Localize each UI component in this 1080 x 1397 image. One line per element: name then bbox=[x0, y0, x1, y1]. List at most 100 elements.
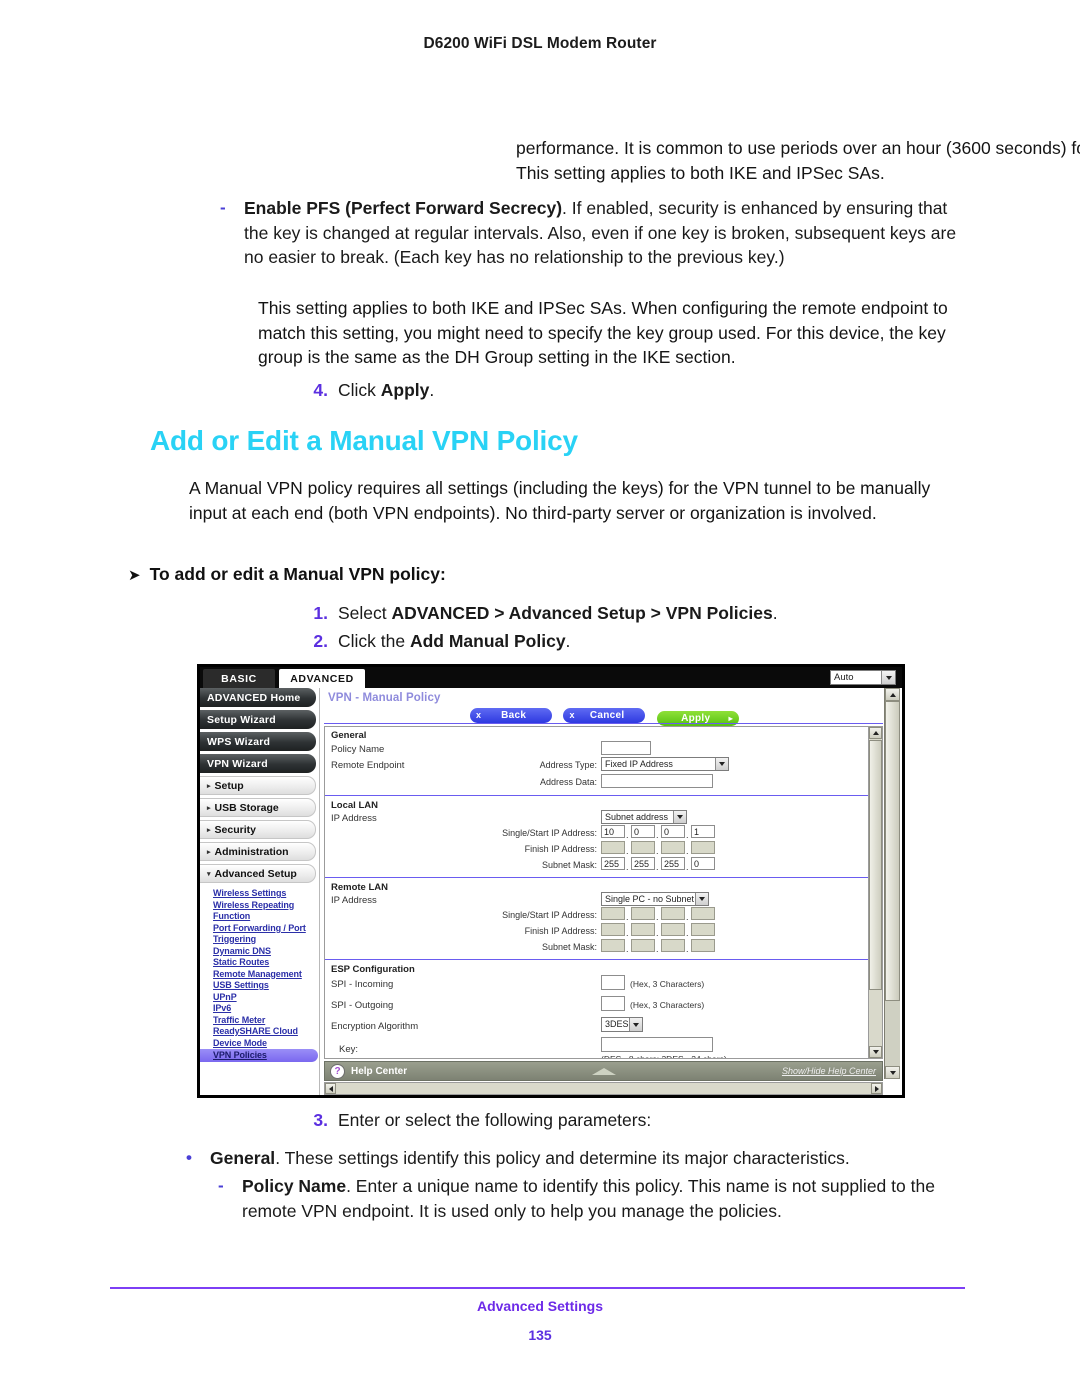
sidebar-sublink-list: Wireless Settings Wireless Repeating Fun… bbox=[200, 886, 319, 1062]
scroll-left-icon[interactable] bbox=[325, 1083, 336, 1094]
language-select[interactable]: Auto bbox=[830, 670, 896, 685]
form-vertical-scrollbar[interactable] bbox=[868, 727, 882, 1058]
step-1-number: 1. bbox=[313, 603, 328, 623]
show-hide-help-center-link[interactable]: Show/Hide Help Center bbox=[782, 1066, 876, 1076]
step-4-number: 4. bbox=[313, 380, 328, 400]
local-start-octet-3[interactable]: 0 bbox=[661, 825, 685, 838]
local-start-octet-4[interactable]: 1 bbox=[691, 825, 715, 838]
address-type-select[interactable]: Fixed IP Address bbox=[601, 757, 729, 771]
sidebar-link-readyshare-cloud[interactable]: ReadySHARE Cloud bbox=[213, 1026, 319, 1038]
footer-page-number: 135 bbox=[528, 1327, 552, 1343]
horizontal-scrollbar[interactable] bbox=[324, 1082, 883, 1095]
caret-right-icon: ▸ bbox=[207, 826, 211, 834]
scroll-down-icon[interactable] bbox=[885, 1066, 900, 1079]
sidebar-item-setup-wizard[interactable]: Setup Wizard bbox=[200, 710, 316, 729]
remote-finish-octet-4[interactable] bbox=[691, 923, 715, 936]
bullet-dash-icon: - bbox=[218, 1176, 224, 1195]
browser-vertical-scrollbar[interactable] bbox=[884, 688, 900, 1079]
step-4: 4. Click Apply. bbox=[300, 378, 1080, 403]
policy-name-description: . Enter a unique name to identify this p… bbox=[242, 1176, 935, 1221]
sidebar-link-wireless-repeating[interactable]: Wireless Repeating Function bbox=[213, 900, 319, 923]
step-2-action: Add Manual Policy bbox=[409, 631, 566, 651]
cancel-button[interactable]: x Cancel bbox=[563, 707, 646, 723]
sidebar-item-wps-wizard[interactable]: WPS Wizard bbox=[200, 732, 316, 751]
sidebar-item-advanced-home[interactable]: ADVANCED Home bbox=[200, 688, 316, 707]
step-1-path: ADVANCED > Advanced Setup > VPN Policies bbox=[391, 603, 773, 623]
page-title: Add or Edit a Manual VPN Policy bbox=[150, 425, 578, 456]
local-mask-octet-2[interactable]: 255 bbox=[631, 857, 655, 870]
remote-mask-octet-4[interactable] bbox=[691, 939, 715, 952]
scrollbar-thumb[interactable] bbox=[869, 740, 882, 990]
footer-divider bbox=[110, 1287, 965, 1289]
remote-finish-octet-2[interactable] bbox=[631, 923, 655, 936]
step-3: 3. Enter or select the following paramet… bbox=[300, 1108, 1080, 1133]
step-2-pre: Click the bbox=[338, 631, 410, 651]
key-input[interactable] bbox=[601, 1037, 713, 1052]
sidebar-link-device-mode[interactable]: Device Mode bbox=[213, 1038, 319, 1050]
policy-name-input[interactable] bbox=[601, 741, 651, 755]
sidebar-item-vpn-wizard[interactable]: VPN Wizard bbox=[200, 754, 316, 773]
scroll-up-icon[interactable] bbox=[885, 688, 900, 701]
local-finish-octet-3[interactable] bbox=[661, 841, 685, 854]
sidebar-section-setup[interactable]: ▸ Setup bbox=[200, 776, 316, 795]
local-mask-octet-4[interactable]: 0 bbox=[691, 857, 715, 870]
sidebar-link-traffic-meter[interactable]: Traffic Meter bbox=[213, 1015, 319, 1027]
paragraph-keygroup: This setting applies to both IKE and IPS… bbox=[258, 298, 948, 367]
remote-start-octet-2[interactable] bbox=[631, 907, 655, 920]
sidebar-section-advanced-setup[interactable]: ▾ Advanced Setup bbox=[200, 864, 316, 883]
remote-start-octet-1[interactable] bbox=[601, 907, 625, 920]
scroll-right-icon[interactable] bbox=[871, 1083, 882, 1094]
local-finish-octet-1[interactable] bbox=[601, 841, 625, 854]
remote-finish-octet-3[interactable] bbox=[661, 923, 685, 936]
divider bbox=[324, 723, 883, 724]
label-encryption-algorithm: Encryption Algorithm bbox=[331, 1021, 419, 1032]
remote-lan-mode-select[interactable]: Single PC - no Subnet bbox=[601, 892, 709, 906]
sidebar-link-usb-settings[interactable]: USB Settings bbox=[213, 980, 319, 992]
sidebar-section-usb-storage[interactable]: ▸ USB Storage bbox=[200, 798, 316, 817]
local-start-octet-1[interactable]: 10 bbox=[601, 825, 625, 838]
sidebar-section-administration[interactable]: ▸ Administration bbox=[200, 842, 316, 861]
tab-basic[interactable]: BASIC bbox=[203, 669, 275, 688]
remote-mask-octet-3[interactable] bbox=[661, 939, 685, 952]
step-4-apply: Apply bbox=[380, 380, 430, 400]
remote-start-octet-3[interactable] bbox=[661, 907, 685, 920]
sidebar-link-dynamic-dns[interactable]: Dynamic DNS bbox=[213, 946, 319, 958]
sidebar-link-upnp[interactable]: UPnP bbox=[213, 992, 319, 1004]
help-center-bar[interactable]: ? Help Center Show/Hide Help Center bbox=[324, 1061, 883, 1081]
chevron-down-icon bbox=[673, 811, 686, 823]
spi-outgoing-input[interactable] bbox=[601, 996, 625, 1011]
router-ui-viewport: BASIC ADVANCED Auto ADVANCED Home Setup … bbox=[200, 667, 902, 1095]
remote-start-octet-4[interactable] bbox=[691, 907, 715, 920]
triangle-up-icon bbox=[591, 1067, 616, 1075]
remote-mask-octet-2[interactable] bbox=[631, 939, 655, 952]
encryption-algorithm-select[interactable]: 3DES bbox=[601, 1017, 643, 1032]
local-start-octet-2[interactable]: 0 bbox=[631, 825, 655, 838]
sidebar-link-wireless-settings[interactable]: Wireless Settings bbox=[213, 888, 319, 900]
local-mask-octet-3[interactable]: 255 bbox=[661, 857, 685, 870]
back-button[interactable]: x Back bbox=[470, 707, 552, 723]
sidebar-section-security[interactable]: ▸ Security bbox=[200, 820, 316, 839]
caret-down-icon: ▾ bbox=[207, 870, 211, 878]
sidebar-link-ipv6[interactable]: IPv6 bbox=[213, 1003, 319, 1015]
spi-incoming-input[interactable] bbox=[601, 975, 625, 990]
sidebar-link-vpn-policies[interactable]: VPN Policies bbox=[200, 1049, 318, 1062]
remote-finish-octet-1[interactable] bbox=[601, 923, 625, 936]
local-lan-mode-select[interactable]: Subnet address bbox=[601, 810, 687, 824]
local-finish-octet-4[interactable] bbox=[691, 841, 715, 854]
scroll-up-icon[interactable] bbox=[869, 727, 882, 739]
tab-advanced[interactable]: ADVANCED bbox=[279, 669, 365, 688]
scrollbar-thumb[interactable] bbox=[885, 701, 900, 1001]
label-spi-incoming: SPI - Incoming bbox=[331, 979, 394, 990]
sidebar-link-remote-management[interactable]: Remote Management bbox=[213, 969, 319, 981]
local-mask-octet-1[interactable]: 255 bbox=[601, 857, 625, 870]
scroll-down-icon[interactable] bbox=[869, 1046, 882, 1058]
remote-lan-mode-value: Single PC - no Subnet bbox=[605, 894, 695, 904]
sidebar-link-port-forwarding[interactable]: Port Forwarding / Port Triggering bbox=[213, 923, 319, 946]
local-finish-octet-2[interactable] bbox=[631, 841, 655, 854]
paragraph-manual-vpn: A Manual VPN policy requires all setting… bbox=[189, 478, 931, 523]
sidebar-link-static-routes[interactable]: Static Routes bbox=[213, 957, 319, 969]
address-data-input[interactable] bbox=[601, 774, 713, 788]
general-term: General bbox=[210, 1148, 276, 1168]
hint-spi-outgoing: (Hex, 3 Characters) bbox=[630, 1000, 705, 1010]
remote-mask-octet-1[interactable] bbox=[601, 939, 625, 952]
